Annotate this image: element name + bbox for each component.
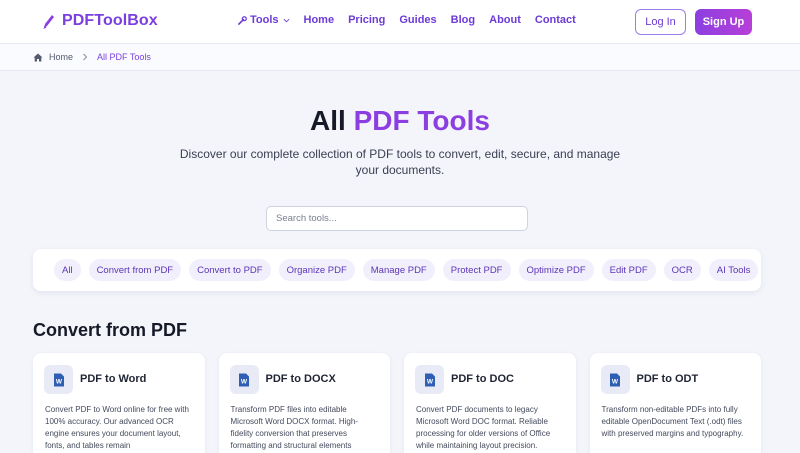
signup-button[interactable]: Sign Up	[695, 9, 752, 35]
tool-card-pdf-to-docx[interactable]: W PDF to DOCX Transform PDF files into e…	[218, 353, 390, 453]
svg-text:W: W	[55, 378, 62, 385]
filter-chip-protect-pdf[interactable]: Protect PDF	[442, 259, 511, 281]
filter-chip-convert-to-pdf[interactable]: Convert to PDF	[189, 259, 271, 281]
chevron-right-icon	[83, 53, 88, 61]
filter-chip-optimize-pdf[interactable]: Optimize PDF	[518, 259, 594, 281]
tool-card-title: PDF to Word	[80, 373, 147, 385]
breadcrumb: Home All PDF Tools	[0, 44, 800, 71]
filter-chip-ai-tools[interactable]: AI Tools	[708, 259, 759, 281]
pen-icon	[43, 15, 54, 29]
search-input[interactable]	[266, 206, 528, 231]
svg-text:W: W	[426, 378, 433, 385]
page-title-plain: All	[310, 105, 346, 136]
login-button[interactable]: Log In	[635, 9, 686, 35]
main-nav: Tools Home Pricing Guides Blog About Con…	[238, 14, 576, 26]
page-title-accent: PDF Tools	[353, 105, 490, 136]
filter-chip-ocr[interactable]: OCR	[663, 259, 701, 281]
tool-card-pdf-to-word[interactable]: W PDF to Word Convert PDF to Word online…	[33, 353, 205, 453]
svg-text:W: W	[612, 378, 619, 385]
tool-card-description: Transform PDF files into editable Micros…	[230, 405, 358, 450]
word-doc-icon: W	[44, 365, 73, 394]
nav-home[interactable]: Home	[304, 14, 335, 26]
section-title: Convert from PDF	[33, 320, 188, 340]
page-subtitle: Discover our complete collection of PDF …	[179, 147, 621, 177]
tool-card-pdf-to-doc[interactable]: W PDF to DOC Convert PDF documents to le…	[404, 353, 576, 453]
nav-tools-dropdown[interactable]: Tools	[238, 14, 290, 26]
tool-card-grid: W PDF to Word Convert PDF to Word online…	[33, 353, 761, 453]
filter-chip-manage-pdf[interactable]: Manage PDF	[362, 259, 435, 281]
word-doc-icon: W	[415, 365, 444, 394]
nav-blog[interactable]: Blog	[451, 14, 475, 26]
nav-guides[interactable]: Guides	[399, 14, 436, 26]
svg-text:W: W	[241, 378, 248, 385]
nav-about[interactable]: About	[489, 14, 521, 26]
home-icon	[33, 53, 43, 61]
tool-card-title: PDF to DOC	[451, 373, 514, 385]
tool-card-title: PDF to ODT	[636, 373, 699, 385]
nav-pricing[interactable]: Pricing	[348, 14, 385, 26]
tool-card-description: Convert PDF to Word online for free with…	[45, 405, 189, 450]
word-doc-icon: W	[229, 365, 259, 394]
category-filter-bar: All Convert from PDF Convert to PDF Orga…	[33, 249, 761, 291]
tool-card-description: Convert PDF documents to legacy Microsof…	[416, 405, 551, 450]
word-doc-icon: W	[600, 365, 630, 394]
logo-text: PDFToolBox	[62, 12, 158, 29]
tool-card-pdf-to-odt[interactable]: W PDF to ODT Transform non-editable PDFs…	[589, 353, 761, 453]
filter-chip-all[interactable]: All	[54, 259, 81, 281]
breadcrumb-current: All PDF Tools	[97, 52, 151, 62]
nav-contact[interactable]: Contact	[535, 14, 576, 26]
wrench-icon	[238, 15, 247, 25]
breadcrumb-home-link[interactable]: Home	[49, 52, 73, 62]
logo[interactable]: PDFToolBox	[42, 12, 158, 30]
tool-card-title: PDF to DOCX	[265, 373, 336, 385]
chevron-down-icon	[283, 18, 289, 22]
tool-card-description: Transform non-editable PDFs into fully e…	[601, 405, 744, 438]
filter-chip-organize-pdf[interactable]: Organize PDF	[278, 259, 355, 281]
filter-chip-edit-pdf[interactable]: Edit PDF	[601, 259, 656, 281]
page-title: All PDF Tools	[0, 105, 800, 137]
filter-chip-convert-from-pdf[interactable]: Convert from PDF	[88, 259, 182, 281]
top-navbar: PDFToolBox Tools Home Pricing Guides Blo…	[0, 0, 800, 44]
nav-tools-label: Tools	[250, 14, 279, 26]
